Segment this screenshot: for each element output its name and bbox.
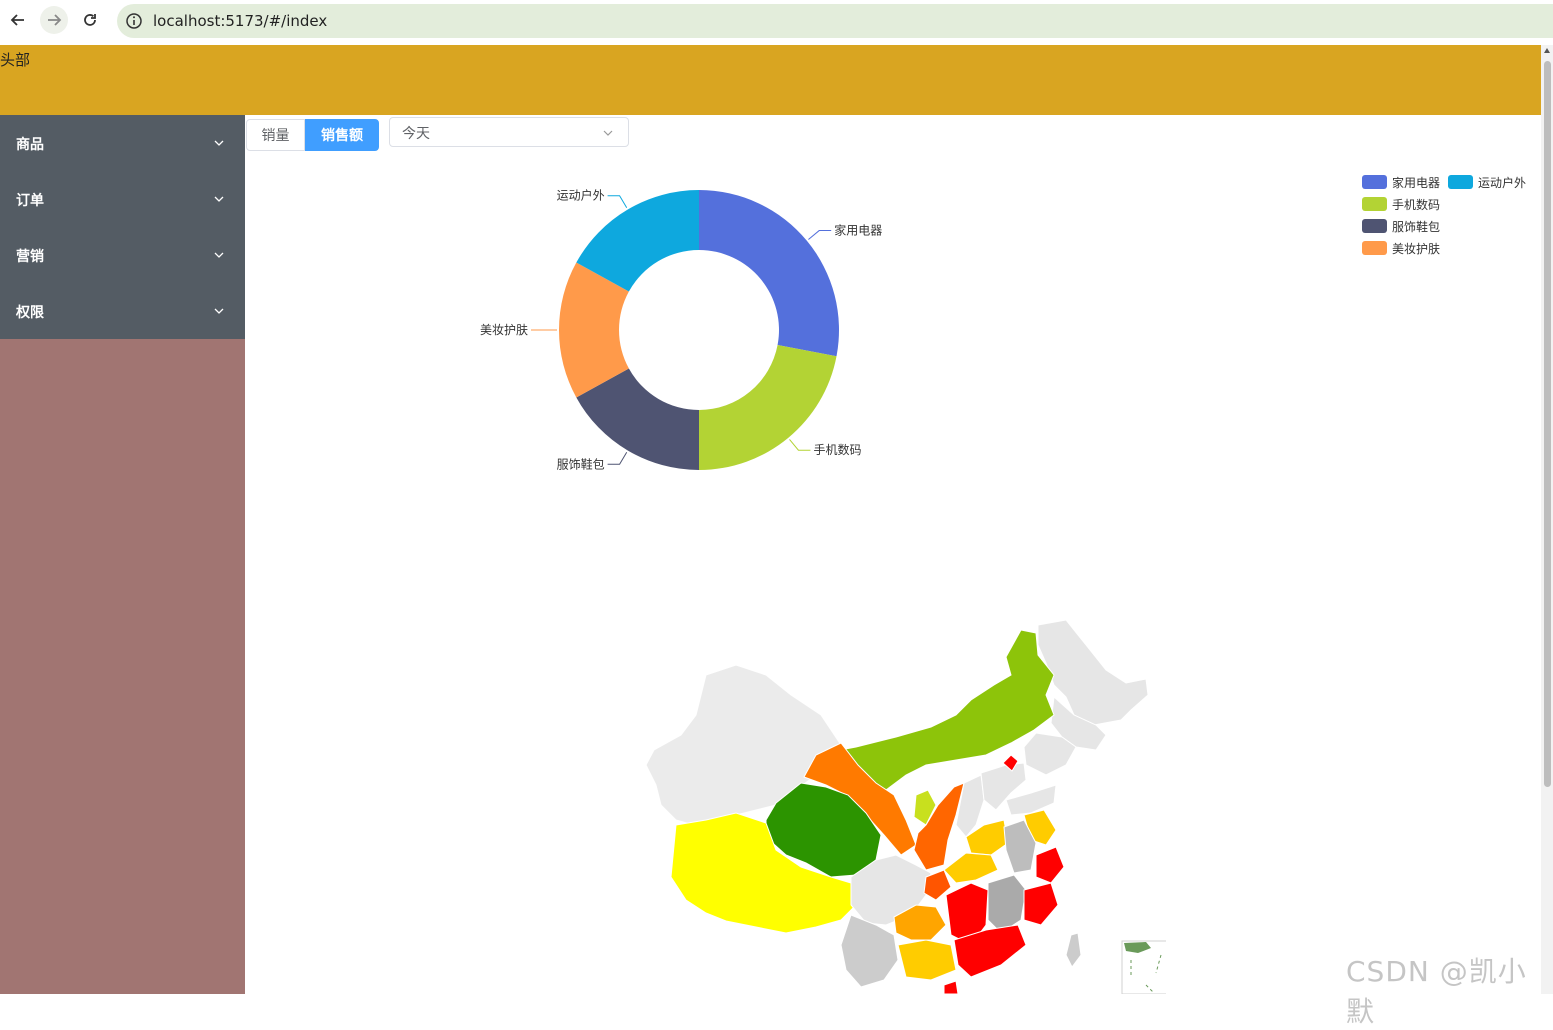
legend-swatch — [1362, 241, 1387, 255]
legend-label: 美妆护肤 — [1392, 241, 1441, 256]
sidebar-item-orders[interactable]: 订单 — [0, 171, 245, 227]
map-region-hubei[interactable] — [943, 852, 999, 884]
forward-button[interactable] — [40, 6, 68, 34]
legend-item[interactable]: 家用电器 — [1362, 175, 1441, 190]
app-header: 头部 — [0, 45, 1541, 115]
sidebar-item-products[interactable]: 商品 — [0, 115, 245, 171]
sidebar-item-label: 订单 — [16, 193, 44, 209]
page-scrollbar[interactable] — [1541, 45, 1553, 994]
donut-label: 服饰鞋包 — [557, 456, 605, 471]
china-sales-map — [645, 619, 1166, 994]
sidebar-item-permissions[interactable]: 权限 — [0, 283, 245, 339]
header-title: 头部 — [0, 51, 31, 69]
scrollbar-thumb[interactable] — [1544, 61, 1551, 787]
donut-label-line — [607, 195, 628, 209]
select-value: 今天 — [402, 126, 430, 142]
sidebar-menu: 商品 订单 营销 权限 — [0, 115, 245, 339]
address-bar[interactable]: localhost:5173/#/index — [117, 4, 1553, 38]
legend-item[interactable]: 运动户外 — [1448, 175, 1527, 190]
donut-slice[interactable] — [699, 190, 839, 357]
scroll-up-icon[interactable] — [1544, 48, 1550, 53]
legend-label: 服饰鞋包 — [1392, 219, 1441, 234]
back-button[interactable] — [4, 6, 32, 34]
map-region-jiangxi[interactable] — [987, 874, 1027, 934]
tab-sales-amount[interactable]: 销售额 — [305, 119, 379, 151]
legend-label: 家用电器 — [1392, 175, 1441, 190]
sales-donut-chart: 家用电器手机数码服饰鞋包 美妆护肤 运动户外 — [480, 188, 882, 472]
legend-item[interactable]: 美妆护肤 — [1362, 241, 1441, 256]
legend-swatch — [1362, 175, 1387, 189]
map-region-zhejiang[interactable] — [1035, 846, 1065, 884]
main-content: 销量 销售额 今天 家用电器 运动户外 手机数码 服饰鞋包 美妆护肤 家用电器手… — [246, 115, 1541, 994]
sidebar-item-label: 权限 — [16, 305, 44, 321]
map-region-fujian[interactable] — [1023, 882, 1059, 926]
watermark: CSDN @凯小默 — [1346, 955, 1527, 1028]
donut-label-line — [607, 451, 628, 465]
chevron-down-icon — [214, 140, 224, 146]
chevron-down-icon — [603, 130, 613, 136]
legend-swatch — [1362, 197, 1387, 211]
map-region-yunnan[interactable] — [840, 914, 899, 988]
reload-icon — [84, 14, 96, 26]
reload-button[interactable] — [76, 6, 104, 34]
sidebar-item-label: 商品 — [16, 137, 44, 153]
legend-swatch — [1448, 175, 1473, 189]
date-range-select[interactable]: 今天 — [389, 117, 629, 147]
donut-label: 手机数码 — [813, 442, 861, 457]
forward-arrow-icon — [48, 14, 62, 26]
legend-swatch — [1362, 219, 1387, 233]
browser-toolbar: localhost:5173/#/index — [0, 0, 1553, 44]
tab-sales-volume[interactable]: 销量 — [246, 119, 305, 151]
legend-item[interactable]: 手机数码 — [1362, 197, 1441, 212]
donut-label: 美妆护肤 — [480, 322, 528, 337]
sidebar-item-label: 营销 — [16, 249, 44, 265]
back-arrow-icon — [10, 14, 24, 26]
legend-label: 运动户外 — [1478, 175, 1527, 190]
sidebar-item-marketing[interactable]: 营销 — [0, 227, 245, 283]
donut-label-line — [808, 230, 832, 240]
map-region-hainan[interactable] — [943, 980, 959, 994]
chevron-down-icon — [214, 308, 224, 314]
chevron-down-icon — [214, 252, 224, 258]
donut-label: 运动户外 — [557, 188, 605, 203]
map-region-taiwan[interactable] — [1065, 932, 1082, 968]
donut-label-line — [789, 439, 811, 451]
sidebar: 商品 订单 营销 权限 — [0, 115, 245, 994]
donut-label: 家用电器 — [834, 223, 882, 238]
legend-label: 手机数码 — [1392, 197, 1441, 212]
legend-item[interactable]: 服饰鞋包 — [1362, 219, 1441, 234]
chevron-down-icon — [214, 196, 224, 202]
info-icon[interactable] — [125, 12, 143, 30]
url-text: localhost:5173/#/index — [153, 12, 328, 30]
map-region-guangxi[interactable] — [897, 939, 957, 981]
